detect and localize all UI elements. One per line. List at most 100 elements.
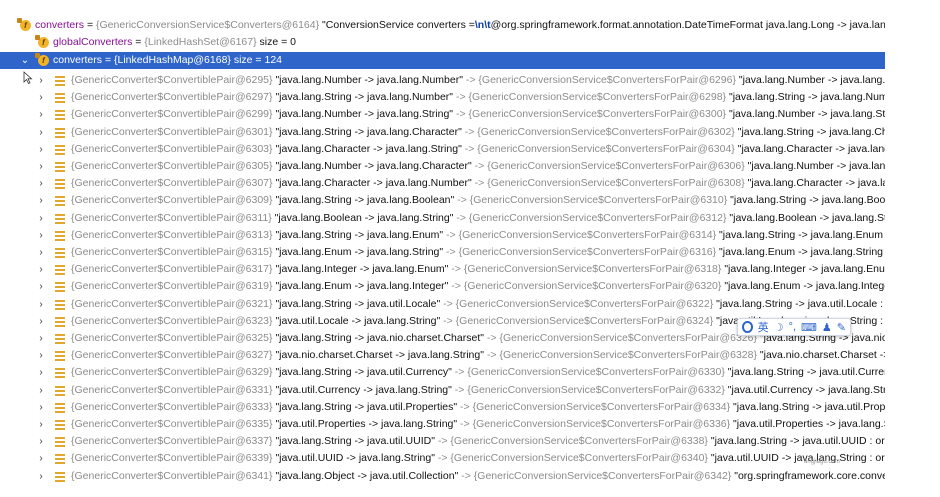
map-entry-row[interactable]: › {GenericConverter$ConvertiblePair@6335}… [0, 416, 885, 433]
entry-key-type: {GenericConverter$ConvertiblePair@6307} [71, 177, 273, 190]
entry-value-type: {GenericConversionService$ConvertersForP… [469, 194, 728, 207]
chevron-right-icon[interactable]: › [36, 450, 46, 467]
field-icon: f [35, 53, 49, 66]
chevron-right-icon[interactable]: › [36, 468, 46, 485]
map-entry-row[interactable]: › {GenericConverter$ConvertiblePair@6329}… [0, 364, 885, 381]
chevron-right-icon[interactable]: › [36, 158, 46, 175]
chevron-right-icon[interactable]: › [36, 89, 46, 106]
user-icon[interactable]: ♟ [822, 321, 832, 334]
map-entry-row[interactable]: › {GenericConverter$ConvertiblePair@6307}… [0, 175, 885, 192]
entry-value: "java.util.Properties -> java.lang.Strin… [733, 418, 885, 430]
map-entry-row[interactable]: › {GenericConverter$ConvertiblePair@6311}… [0, 210, 885, 227]
chevron-right-icon[interactable]: › [36, 72, 46, 89]
chevron-right-icon[interactable]: › [36, 192, 46, 209]
entry-key: "java.lang.String -> java.lang.Character… [272, 125, 462, 138]
chevron-right-icon[interactable]: › [36, 141, 46, 158]
field-icon: f [17, 18, 31, 31]
entry-arrow: -> [448, 280, 464, 293]
chevron-right-icon[interactable]: › [36, 364, 46, 381]
chevron-right-icon[interactable]: › [36, 227, 46, 244]
variable-name: converters [35, 19, 85, 31]
entry-arrow: -> [440, 297, 456, 310]
map-entry-icon [55, 213, 65, 224]
wrench-icon[interactable]: ✎ [837, 321, 846, 334]
map-entry-row[interactable]: › {GenericConverter$ConvertiblePair@6299}… [0, 106, 885, 123]
entry-key-type: {GenericConverter$ConvertiblePair@6309} [71, 194, 273, 207]
map-entry-row[interactable]: › {GenericConverter$ConvertiblePair@6317}… [0, 261, 885, 278]
entry-key: "java.util.Locale -> java.lang.String" [272, 314, 441, 327]
moon-icon[interactable]: ☽ [774, 321, 784, 334]
field-icon: f [35, 35, 49, 48]
entry-key-type: {GenericConverter$ConvertiblePair@6301} [71, 125, 273, 138]
entry-arrow: -> [461, 125, 478, 138]
chevron-right-icon[interactable]: › [36, 244, 46, 261]
chevron-right-icon[interactable]: › [36, 330, 46, 347]
variable-value: size = 0 [256, 36, 297, 48]
entry-key-type: {GenericConverter$ConvertiblePair@6329} [71, 366, 273, 379]
map-entry-row[interactable]: › {GenericConverter$ConvertiblePair@6309}… [0, 192, 885, 209]
entry-value: "java.lang.String -> java.lang.Characte [737, 125, 885, 138]
chevron-right-icon[interactable]: › [36, 261, 46, 278]
map-entry-row[interactable]: › {GenericConverter$ConvertiblePair@6337}… [0, 433, 885, 450]
variable-row-globalConverters[interactable]: f globalConverters = {LinkedHashSet@6167… [0, 34, 885, 51]
map-entry-row[interactable]: › {GenericConverter$ConvertiblePair@6315}… [0, 244, 885, 261]
map-entry-icon [55, 127, 65, 138]
map-entry-row[interactable]: › {GenericConverter$ConvertiblePair@6313}… [0, 227, 885, 244]
map-entry-row[interactable]: › {GenericConverter$ConvertiblePair@6321}… [0, 296, 885, 313]
chevron-right-icon[interactable]: › [36, 124, 46, 141]
map-entry-icon [55, 248, 65, 258]
entry-arrow: -> [434, 452, 451, 465]
entry-key-type: {GenericConverter$ConvertiblePair@6339} [71, 452, 273, 465]
map-entry-icon [55, 471, 65, 482]
map-entry-row[interactable]: › {GenericConverter$ConvertiblePair@6327}… [0, 347, 885, 364]
chevron-right-icon[interactable]: › [36, 175, 46, 192]
map-entry-row[interactable]: › {GenericConverter$ConvertiblePair@6297}… [0, 89, 885, 106]
map-entry-icon [55, 162, 65, 172]
chevron-right-icon[interactable]: › [36, 382, 46, 399]
chevron-right-icon[interactable]: › [36, 416, 46, 433]
variable-name: globalConverters [53, 36, 133, 48]
watermark: angjiagu.com [804, 459, 840, 465]
entry-key-type: {GenericConverter$ConvertiblePair@6335} [71, 418, 273, 430]
escape-sequence: \n\t [474, 19, 491, 31]
map-entry-row[interactable]: › {GenericConverter$ConvertiblePair@6295}… [0, 72, 885, 89]
variable-type: {LinkedHashSet@6167} [144, 36, 257, 48]
chevron-right-icon[interactable]: › [36, 399, 46, 416]
entry-key: "java.nio.charset.Charset -> java.lang.S… [272, 349, 484, 362]
map-entry-row[interactable]: › {GenericConverter$ConvertiblePair@6341}… [0, 468, 885, 485]
chevron-right-icon[interactable]: › [36, 210, 46, 227]
map-entry-row[interactable]: › {GenericConverter$ConvertiblePair@6333}… [0, 399, 885, 416]
entry-value-type: {GenericConversionService$ConvertersForP… [487, 160, 745, 172]
chevron-down-icon[interactable]: ⌄ [20, 52, 30, 69]
entry-key: "java.lang.Boolean -> java.lang.String" [271, 211, 454, 224]
chevron-right-icon[interactable]: › [36, 106, 46, 123]
chevron-right-icon[interactable]: › [36, 313, 46, 330]
entry-arrow: -> [451, 383, 468, 396]
entry-key-type: {GenericConverter$ConvertiblePair@6341} [71, 469, 273, 482]
chevron-right-icon[interactable]: › [36, 296, 46, 313]
entry-value-type: {GenericConversionService$ConvertersForP… [499, 349, 757, 362]
entry-value-type: {GenericConversionService$ConvertersForP… [467, 383, 725, 396]
entry-value: "java.lang.String -> java.util.Locale : … [716, 297, 885, 310]
map-entry-row[interactable]: › {GenericConverter$ConvertiblePair@6339}… [0, 450, 885, 467]
map-entry-row[interactable]: › {GenericConverter$ConvertiblePair@6301}… [0, 124, 885, 141]
map-entry-icon [55, 316, 65, 327]
ime-language-toggle[interactable]: 英 [758, 319, 769, 335]
chevron-right-icon[interactable]: › [36, 347, 46, 364]
map-entry-row[interactable]: › {GenericConverter$ConvertiblePair@6319}… [0, 278, 885, 295]
ime-toolbar[interactable]: 英 ☽ °, ⌨ ♟ ✎ [737, 318, 851, 336]
map-entry-row[interactable]: › {GenericConverter$ConvertiblePair@6305}… [0, 158, 885, 175]
map-entry-row[interactable]: › {GenericConverter$ConvertiblePair@6303}… [0, 141, 885, 158]
entry-value: "java.lang.Character -> java.lang.Nu [747, 177, 885, 190]
entry-key-type: {GenericConverter$ConvertiblePair@6331} [71, 383, 273, 396]
chevron-right-icon[interactable]: › [36, 433, 46, 450]
chevron-right-icon[interactable]: › [36, 278, 46, 295]
map-entry-row[interactable]: › {GenericConverter$ConvertiblePair@6331}… [0, 382, 885, 399]
variable-row-converters-map[interactable]: ⌄ f converters = {LinkedHashMap@6168} si… [0, 52, 885, 69]
entry-value: "java.util.UUID -> java.lang.String : or… [710, 452, 885, 465]
variable-row-converters[interactable]: f converters = {GenericConversionService… [0, 17, 885, 34]
map-entry-icon [55, 76, 65, 86]
keyboard-icon[interactable]: ⌨ [801, 321, 817, 334]
entry-key: "java.util.Properties -> java.lang.Strin… [272, 418, 458, 430]
punctuation-icon[interactable]: °, [789, 321, 796, 333]
